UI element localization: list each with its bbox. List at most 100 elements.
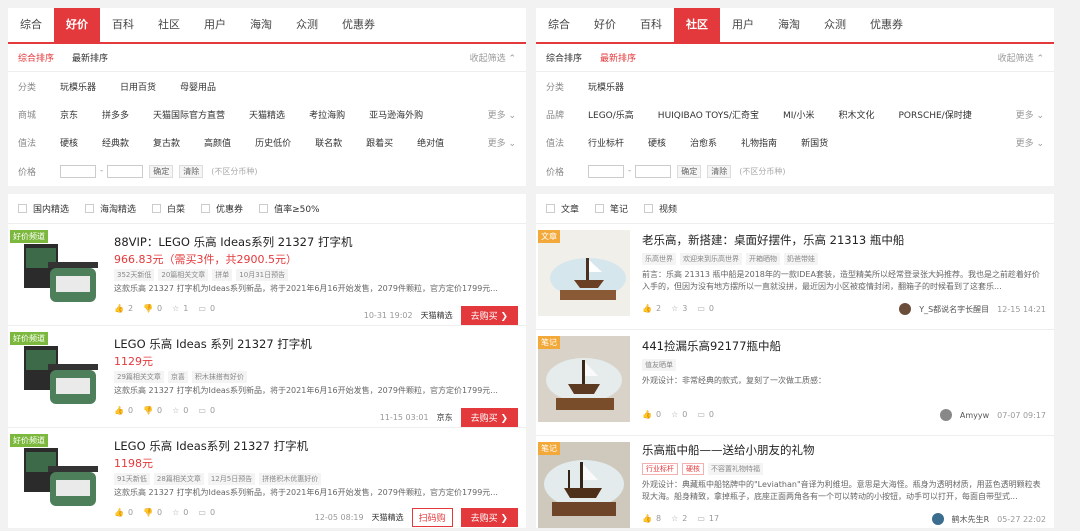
highlight-tag[interactable]: 硬核 [682,463,704,475]
more-toggle[interactable]: 更多 ⌄ [1016,108,1044,121]
scan-buy-button[interactable]: 扫码购 [411,508,453,527]
comment-count[interactable]: ▭ 0 [198,406,215,415]
post-title[interactable]: 乐高瓶中船——送给小朋友的礼物 [642,442,815,458]
tag[interactable]: 12月5日预告 [207,473,256,485]
filter-option[interactable]: 联名款 [315,136,342,149]
price-min-input[interactable] [588,164,624,178]
item-title[interactable]: 88VIP：LEGO 乐高 Ideas系列 21327 打字机 [114,234,352,250]
collapse-filters-toggle[interactable]: 收起筛选 ⌃ [470,51,516,64]
tab-overseas[interactable]: 海淘 [238,8,284,42]
filter-option[interactable]: 高颜值 [204,136,231,149]
tag[interactable]: 91天新低 [114,473,150,485]
more-toggle[interactable]: 更多 ⌄ [1016,136,1044,149]
list-item[interactable]: 文章 老乐高，新搭建：桌面好摆件，乐高 21313 瓶中船 乐高世界 欢迎来到乐… [536,224,1054,330]
price-clear-button[interactable]: 清除 [179,164,204,178]
worth-count[interactable]: 👍 0 [114,508,133,517]
filter-option[interactable]: 积木文化 [838,108,874,121]
sort-latest[interactable]: 最新排序 [600,51,636,64]
collapse-filters-toggle[interactable]: 收起筛选 ⌃ [998,51,1044,64]
favorite-count[interactable]: ☆ 1 [172,304,188,313]
filter-option[interactable]: 天猫精选 [249,108,285,121]
tab-wiki[interactable]: 百科 [100,8,146,42]
tag[interactable]: 不容置礼物特福 [708,463,763,475]
filter-option[interactable]: 考拉海购 [309,108,345,121]
tab-coupons[interactable]: 优惠券 [858,8,915,42]
filter-option[interactable]: 玩模乐器 [60,80,96,93]
comment-count[interactable]: ▭ 0 [198,508,215,517]
tag[interactable]: 开箱晒物 [746,253,780,265]
filter-option[interactable]: 礼物指南 [741,136,777,149]
store-link[interactable]: 京东 [437,412,453,423]
list-item[interactable]: 好价频道 88VIP：LEGO 乐高 Ideas系列 21327 打字机 966… [8,224,526,326]
tab-review[interactable]: 众测 [812,8,858,42]
checkbox-note[interactable]: 笔记 [595,202,628,215]
store-link[interactable]: 天猫精选 [421,310,453,321]
price-max-input[interactable] [107,164,144,178]
tag[interactable]: 352天新低 [114,269,155,281]
filter-option[interactable]: 历史低价 [255,136,291,149]
more-toggle[interactable]: 更多 ⌄ [488,136,516,149]
favorite-count[interactable]: ☆ 3 [671,304,687,313]
tag[interactable]: 28篇相关文章 [153,473,204,485]
tab-all[interactable]: 综合 [8,8,54,42]
filter-option[interactable]: 经典款 [102,136,129,149]
checkbox-article[interactable]: 文章 [546,202,579,215]
list-item[interactable]: 笔记 乐高瓶中船——送给小朋友的礼物 行业标杆 硬核 不容置礼物特福 外观设计：… [536,436,1054,528]
tab-overseas[interactable]: 海淘 [766,8,812,42]
item-title[interactable]: LEGO 乐高 Ideas系列 21327 打字机 [114,438,308,454]
tab-all[interactable]: 综合 [536,8,582,42]
filter-option[interactable]: 京东 [60,108,78,121]
filter-option[interactable]: MI/小米 [783,108,814,121]
price-clear-button[interactable]: 清除 [707,164,732,178]
avatar[interactable] [899,303,912,315]
author-name[interactable]: Amyyw [960,411,989,420]
tab-users[interactable]: 用户 [720,8,766,42]
comment-count[interactable]: ▭ 0 [198,304,215,313]
favorite-count[interactable]: ☆ 0 [671,410,687,419]
avatar[interactable] [931,513,944,525]
favorite-count[interactable]: ☆ 0 [172,508,188,517]
filter-option[interactable]: 绝对值 [417,136,444,149]
sort-latest[interactable]: 最新排序 [72,51,108,64]
tag[interactable]: 乐高世界 [642,253,676,265]
checkbox-overseas[interactable]: 海淘精选 [85,202,136,215]
item-title[interactable]: LEGO 乐高 Ideas 系列 21327 打字机 [114,336,312,352]
filter-option[interactable]: 跟着买 [366,136,393,149]
filter-option[interactable]: 新国货 [801,136,828,149]
favorite-count[interactable]: ☆ 0 [172,406,188,415]
post-image[interactable]: 文章 [538,230,630,316]
author-name[interactable]: 鹤木先生R [952,514,990,525]
buy-button[interactable]: 去购买 ❯ [460,408,518,427]
filter-option[interactable]: 行业标杆 [588,136,624,149]
checkbox-video[interactable]: 视频 [644,202,677,215]
list-item[interactable]: 好价频道 LEGO 乐高 Ideas系列 21327 打字机 1198元 91天… [8,428,526,528]
tab-review[interactable]: 众测 [284,8,330,42]
checkbox-coupon[interactable]: 优惠券 [201,202,243,215]
tab-wiki[interactable]: 百科 [628,8,674,42]
product-image[interactable]: 好价频道 [10,434,102,520]
tab-users[interactable]: 用户 [192,8,238,42]
filter-option[interactable]: 拼多多 [102,108,129,121]
comment-count[interactable]: ▭ 0 [697,410,714,419]
more-toggle[interactable]: 更多 ⌄ [488,108,516,121]
price-min-input[interactable] [60,164,96,178]
tag[interactable]: 奶爸带娃 [784,253,818,265]
checkbox-value-rate[interactable]: 值率≥50% [259,202,320,215]
like-count[interactable]: 👍 8 [642,514,661,523]
filter-option[interactable]: LEGO/乐高 [588,108,634,121]
unworth-count[interactable]: 👎 0 [143,508,162,517]
sort-comprehensive[interactable]: 综合排序 [18,51,54,64]
buy-button[interactable]: 去购买 ❯ [460,306,518,325]
tab-community[interactable]: 社区 [146,8,192,42]
price-confirm-button[interactable]: 确定 [149,164,174,178]
tag[interactable]: 20篇相关文章 [158,269,209,281]
tag[interactable]: 29篇相关文章 [114,371,164,383]
tab-deals[interactable]: 好价 [54,8,100,42]
filter-option[interactable]: 母婴用品 [180,80,216,93]
list-item[interactable]: 笔记 441捡漏乐高92177瓶中船 值友晒单 外观设计：非常经典的款式，复刻了… [536,330,1054,436]
post-title[interactable]: 441捡漏乐高92177瓶中船 [642,338,781,354]
filter-option[interactable]: 天猫国际官方直营 [153,108,225,121]
post-title[interactable]: 老乐高，新搭建：桌面好摆件，乐高 21313 瓶中船 [642,232,904,248]
list-item[interactable]: 好价频道 LEGO 乐高 Ideas 系列 21327 打字机 1129元 29… [8,326,526,428]
unworth-count[interactable]: 👎 0 [143,304,162,313]
